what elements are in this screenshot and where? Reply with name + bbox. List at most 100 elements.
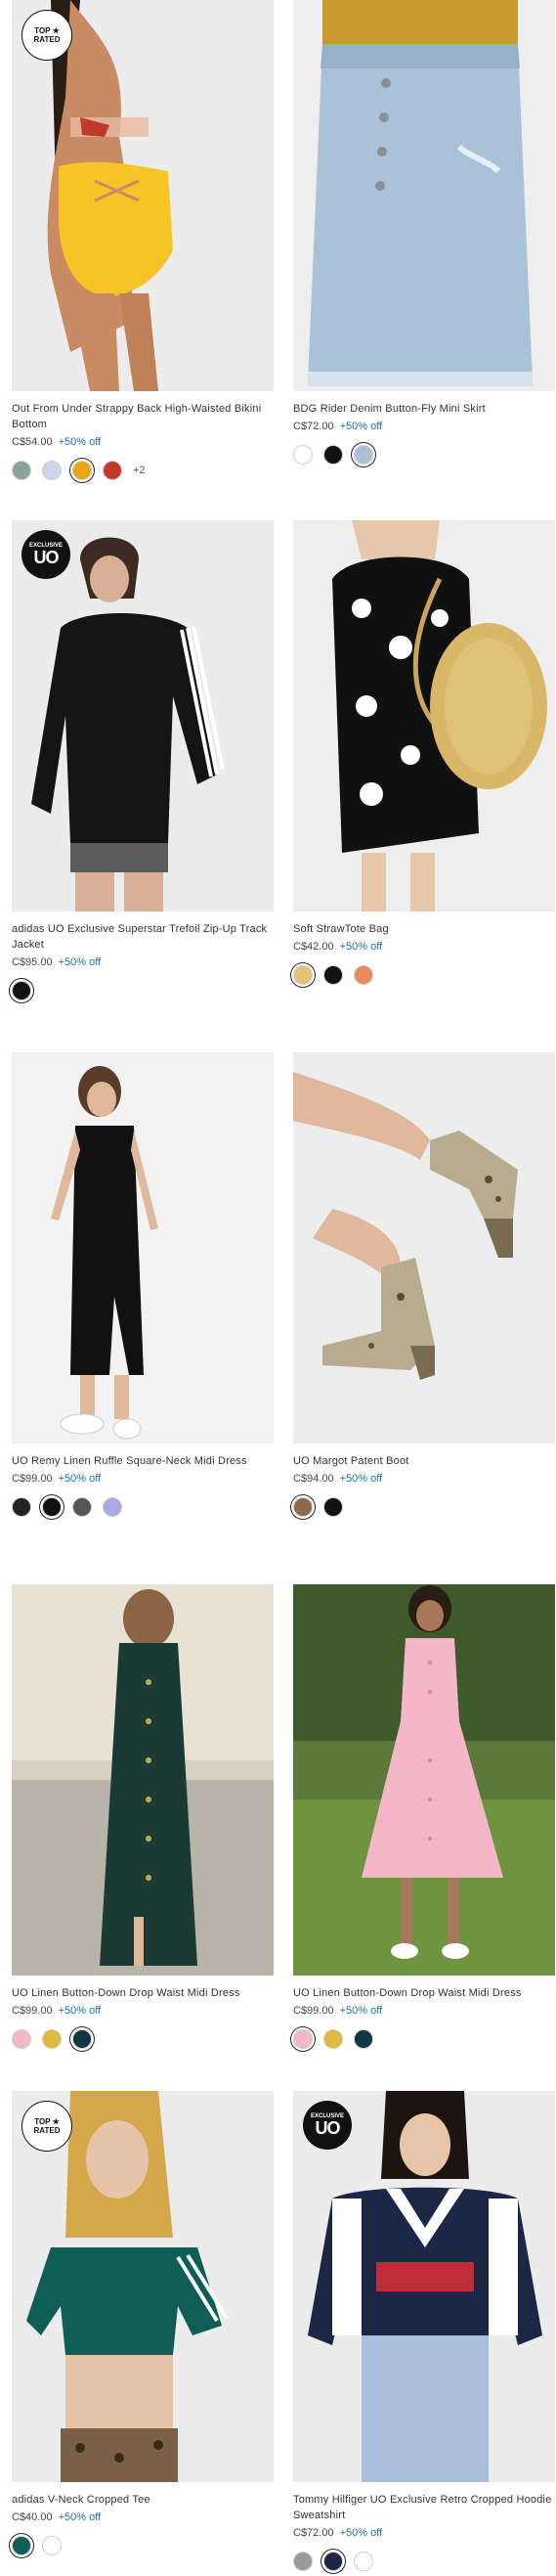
product-grid: TOP ★ RATED Out From Under Strappy Back … <box>0 0 556 2576</box>
color-swatch[interactable] <box>323 2029 343 2049</box>
price-value: C$42.00 <box>293 941 334 953</box>
product-price: C$99.00 +50% off <box>293 2003 555 2019</box>
color-swatch-selected[interactable] <box>12 2536 31 2555</box>
product-image[interactable] <box>293 1052 555 1443</box>
product-price: C$72.00 +50% off <box>293 2525 555 2541</box>
product-card[interactable]: TOP ★ RATED adidas V-Neck Cropped Tee C$… <box>12 2091 274 2557</box>
more-colors-link[interactable]: +2 <box>133 465 146 476</box>
product-name[interactable]: Out From Under Strappy Back High-Waisted… <box>12 401 274 432</box>
product-name[interactable]: Tommy Hilfiger UO Exclusive Retro Croppe… <box>293 2492 555 2523</box>
color-swatch[interactable] <box>12 461 31 480</box>
color-swatch[interactable] <box>42 2536 62 2555</box>
badge-label: UO <box>33 548 60 567</box>
color-swatch-selected[interactable] <box>323 2552 343 2571</box>
product-image[interactable] <box>12 1052 274 1443</box>
product-image[interactable] <box>293 1584 555 1976</box>
product-image[interactable] <box>293 520 555 911</box>
product-name[interactable]: Soft StrawTote Bag <box>293 921 555 937</box>
color-swatches <box>12 2534 274 2557</box>
discount-label: +50% off <box>58 436 102 448</box>
color-swatch-selected[interactable] <box>42 1497 62 1517</box>
color-swatch-selected[interactable] <box>72 461 92 480</box>
product-name[interactable]: UO Margot Patent Boot <box>293 1453 555 1469</box>
badge-label: TOP ★ RATED <box>33 26 61 44</box>
color-swatch[interactable] <box>12 2029 31 2049</box>
color-swatch[interactable] <box>293 2552 313 2571</box>
color-swatch[interactable] <box>293 445 313 465</box>
color-swatch[interactable] <box>72 1497 92 1517</box>
price-value: C$72.00 <box>293 2527 334 2539</box>
product-card[interactable]: TOP ★ RATED Out From Under Strappy Back … <box>12 0 274 482</box>
color-swatch[interactable] <box>354 965 373 985</box>
product-price: C$95.00 +50% off <box>12 955 274 970</box>
color-swatch[interactable] <box>42 461 62 480</box>
product-image[interactable]: TOP ★ RATED <box>12 2091 274 2482</box>
uo-exclusive-badge: EXCLUSIVE UO <box>21 530 70 579</box>
color-swatch[interactable] <box>323 965 343 985</box>
product-price: C$99.00 +50% off <box>12 1471 274 1487</box>
product-card[interactable]: UO Remy Linen Ruffle Square-Neck Midi Dr… <box>12 1052 274 1519</box>
product-card[interactable]: EXCLUSIVE UO Tommy Hilfiger UO Exclusive… <box>293 2091 555 2573</box>
color-swatch-selected[interactable] <box>293 965 313 985</box>
discount-label: +50% off <box>339 941 383 953</box>
color-swatch[interactable] <box>323 445 343 465</box>
price-value: C$99.00 <box>12 1473 53 1485</box>
discount-label: +50% off <box>58 956 102 968</box>
product-image[interactable] <box>12 1584 274 1976</box>
product-image[interactable]: EXCLUSIVE UO <box>12 520 274 911</box>
color-swatches <box>12 1495 274 1519</box>
product-card[interactable]: Soft StrawTote Bag C$42.00 +50% off <box>293 520 555 987</box>
badge-label: UO <box>315 2118 341 2138</box>
color-swatches <box>293 1495 555 1519</box>
product-card[interactable]: UO Linen Button-Down Drop Waist Midi Dre… <box>293 1584 555 2051</box>
product-name[interactable]: UO Remy Linen Ruffle Square-Neck Midi Dr… <box>12 1453 274 1469</box>
color-swatch-selected[interactable] <box>293 1497 313 1517</box>
color-swatch[interactable] <box>323 1497 343 1517</box>
product-photo-hoodie-sweatshirt <box>293 2091 555 2482</box>
price-value: C$99.00 <box>293 2005 334 2017</box>
color-swatch-selected[interactable] <box>354 445 373 465</box>
price-value: C$54.00 <box>12 436 53 448</box>
product-price: C$42.00 +50% off <box>293 939 555 955</box>
top-rated-badge: TOP ★ RATED <box>21 2101 72 2152</box>
product-name[interactable]: adidas UO Exclusive Superstar Trefoil Zi… <box>12 921 274 953</box>
product-price: C$99.00 +50% off <box>12 2003 274 2019</box>
color-swatch[interactable] <box>42 2029 62 2049</box>
color-swatch[interactable] <box>12 1497 31 1517</box>
product-name[interactable]: UO Linen Button-Down Drop Waist Midi Dre… <box>293 1985 555 2001</box>
price-value: C$40.00 <box>12 2511 53 2523</box>
product-photo-track-jacket <box>12 520 274 911</box>
product-name[interactable]: BDG Rider Denim Button-Fly Mini Skirt <box>293 401 555 417</box>
color-swatch-selected[interactable] <box>72 2029 92 2049</box>
color-swatches <box>293 2550 555 2573</box>
color-swatch[interactable] <box>103 1497 122 1517</box>
price-value: C$72.00 <box>293 421 334 432</box>
color-swatch[interactable] <box>354 2552 373 2571</box>
product-card[interactable]: UO Linen Button-Down Drop Waist Midi Dre… <box>12 1584 274 2051</box>
product-image[interactable] <box>293 0 555 391</box>
product-card[interactable]: EXCLUSIVE UO adidas UO Exclusive Superst… <box>12 520 274 1002</box>
product-photo-button-dress-green <box>12 1584 274 1976</box>
color-swatch[interactable] <box>354 2029 373 2049</box>
product-photo-straw-tote <box>293 520 555 911</box>
product-image[interactable]: EXCLUSIVE UO <box>293 2091 555 2482</box>
color-swatches <box>293 2027 555 2051</box>
color-swatches <box>12 2027 274 2051</box>
discount-label: +50% off <box>58 2005 102 2017</box>
color-swatch[interactable] <box>103 461 122 480</box>
product-image[interactable]: TOP ★ RATED <box>12 0 274 391</box>
price-value: C$95.00 <box>12 956 53 968</box>
color-swatch-selected[interactable] <box>12 981 31 1000</box>
product-price: C$94.00 +50% off <box>293 1471 555 1487</box>
price-value: C$94.00 <box>293 1473 334 1485</box>
color-swatch-selected[interactable] <box>293 2029 313 2049</box>
product-card[interactable]: BDG Rider Denim Button-Fly Mini Skirt C$… <box>293 0 555 466</box>
product-name[interactable]: adidas V-Neck Cropped Tee <box>12 2492 274 2508</box>
discount-label: +50% off <box>58 2511 102 2523</box>
product-name[interactable]: UO Linen Button-Down Drop Waist Midi Dre… <box>12 1985 274 2001</box>
discount-label: +50% off <box>339 2005 383 2017</box>
uo-exclusive-badge: EXCLUSIVE UO <box>303 2101 352 2150</box>
price-value: C$99.00 <box>12 2005 53 2017</box>
color-swatches <box>293 443 555 466</box>
product-card[interactable]: UO Margot Patent Boot C$94.00 +50% off <box>293 1052 555 1519</box>
